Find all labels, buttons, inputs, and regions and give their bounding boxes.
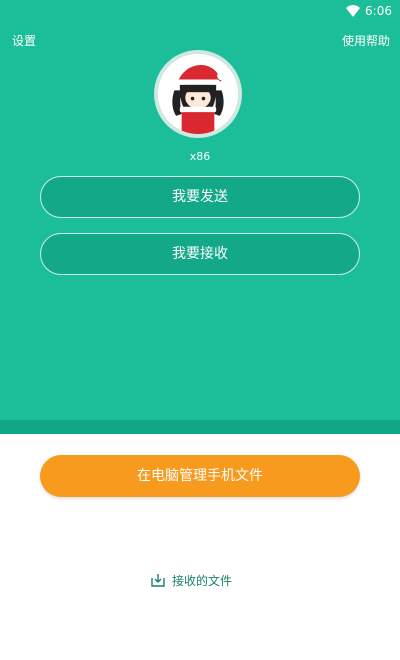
- settings-button[interactable]: 设置: [12, 32, 36, 49]
- receive-button[interactable]: 我要接收: [40, 233, 360, 275]
- device-name: x86: [189, 150, 211, 163]
- wifi-icon: [346, 5, 360, 17]
- top-bar: 设置 使用帮助: [0, 30, 400, 52]
- help-button[interactable]: 使用帮助: [342, 32, 390, 49]
- avatar-image: [158, 54, 238, 134]
- send-button[interactable]: 我要发送: [40, 176, 360, 218]
- received-files-label: 接收的文件: [172, 573, 233, 588]
- received-files-link[interactable]: 接收的文件: [150, 570, 232, 590]
- manage-files-on-pc-button[interactable]: 在电脑管理手机文件: [40, 455, 360, 497]
- header-bottom-strip: [0, 420, 400, 434]
- status-bar: 6:06: [0, 0, 400, 24]
- download-tray-icon: [151, 574, 165, 587]
- avatar[interactable]: [154, 50, 242, 138]
- status-time: 6:06: [365, 4, 392, 18]
